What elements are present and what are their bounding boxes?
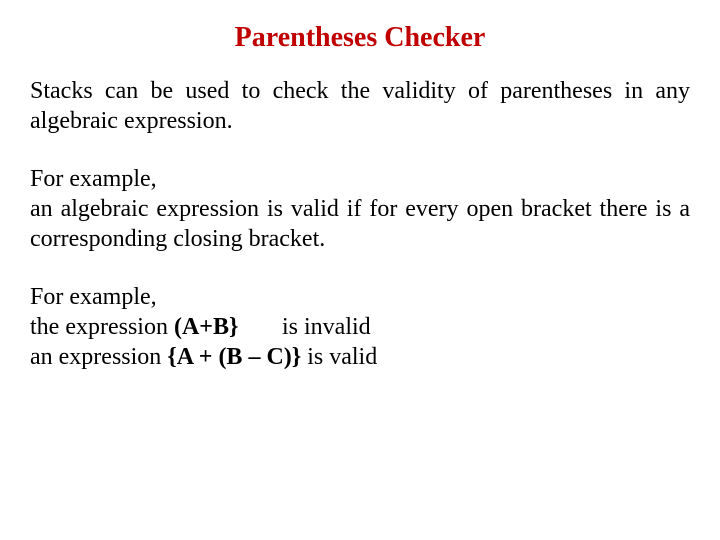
- slide-body: Stacks can be used to check the validity…: [30, 76, 690, 372]
- line2-expr: {A + (B – C)}: [167, 344, 301, 370]
- example2-label: For example,: [30, 282, 690, 312]
- valid-expression-col: an expression {A + (B – C)}: [30, 342, 301, 372]
- line1-suffix: is invalid: [282, 314, 371, 340]
- example1-label: For example,: [30, 164, 690, 194]
- slide-title: Parentheses Checker: [30, 22, 690, 54]
- example1-text: an algebraic expression is valid if for …: [30, 194, 690, 254]
- valid-expression-line: an expression {A + (B – C)} is valid: [30, 342, 690, 372]
- line1-prefix: the expression: [30, 314, 174, 340]
- invalid-expression-col: the expression (A+B}: [30, 312, 282, 342]
- line1-expr: (A+B}: [174, 314, 238, 340]
- intro-paragraph: Stacks can be used to check the validity…: [30, 76, 690, 136]
- slide: Parentheses Checker Stacks can be used t…: [0, 0, 720, 540]
- line2-suffix: is valid: [301, 344, 377, 370]
- invalid-expression-line: the expression (A+B} is invalid: [30, 312, 690, 342]
- line2-prefix: an expression: [30, 344, 167, 370]
